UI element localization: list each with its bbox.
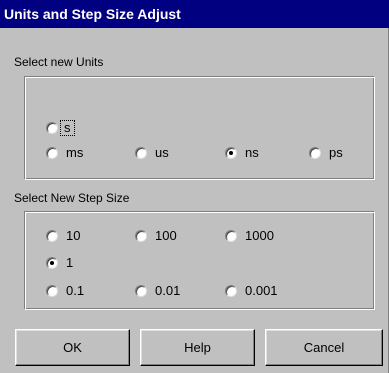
- radio-button-checked-icon[interactable]: [46, 256, 58, 269]
- radio-unit-s[interactable]: s: [46, 120, 75, 136]
- radio-button-icon[interactable]: [135, 229, 147, 242]
- radio-button-icon[interactable]: [46, 284, 58, 297]
- radio-unit-ns[interactable]: ns: [225, 145, 259, 160]
- radio-step-1[interactable]: 1: [46, 255, 73, 270]
- radio-label-us: us: [155, 145, 169, 160]
- radio-label-ps: ps: [329, 145, 343, 160]
- radio-step-0-01[interactable]: 0.01: [135, 283, 180, 298]
- radio-label-0-001: 0.001: [245, 283, 278, 298]
- radio-label-100: 100: [155, 228, 177, 243]
- radio-step-10[interactable]: 10: [46, 228, 80, 243]
- radio-step-0-001[interactable]: 0.001: [225, 283, 278, 298]
- dialog-title[interactable]: Units and Step Size Adjust: [0, 0, 389, 28]
- dialog-window: Units and Step Size Adjust Select new Un…: [0, 0, 389, 373]
- help-button[interactable]: Help: [140, 329, 255, 366]
- radio-button-checked-icon[interactable]: [225, 146, 237, 159]
- units-section-label: Select new Units: [14, 55, 104, 69]
- radio-label-ms: ms: [66, 145, 84, 160]
- radio-unit-ms[interactable]: ms: [46, 145, 83, 160]
- step-section-label: Select New Step Size: [14, 191, 130, 205]
- radio-label-1000: 1000: [245, 228, 274, 243]
- radio-unit-ps[interactable]: ps: [309, 145, 343, 160]
- radio-label-10: 10: [66, 228, 81, 243]
- radio-label-0-1: 0.1: [66, 283, 85, 298]
- radio-label-1: 1: [66, 255, 74, 270]
- radio-label-0-01: 0.01: [155, 283, 181, 298]
- radio-button-icon[interactable]: [46, 229, 58, 242]
- radio-button-icon[interactable]: [135, 284, 147, 297]
- radio-step-1000[interactable]: 1000: [225, 228, 274, 243]
- radio-unit-us[interactable]: us: [135, 145, 169, 160]
- units-groupbox: [24, 76, 375, 180]
- radio-step-0-1[interactable]: 0.1: [46, 283, 84, 298]
- radio-button-icon[interactable]: [46, 146, 58, 159]
- radio-label-s: s: [60, 120, 75, 136]
- ok-button[interactable]: OK: [15, 329, 130, 366]
- radio-button-icon[interactable]: [135, 146, 147, 159]
- radio-label-ns: ns: [245, 145, 259, 160]
- radio-step-100[interactable]: 100: [135, 228, 177, 243]
- cancel-button[interactable]: Cancel: [265, 329, 383, 366]
- radio-button-icon[interactable]: [225, 229, 237, 242]
- radio-button-icon[interactable]: [46, 122, 58, 134]
- radio-button-icon[interactable]: [309, 146, 321, 159]
- radio-button-icon[interactable]: [225, 284, 237, 297]
